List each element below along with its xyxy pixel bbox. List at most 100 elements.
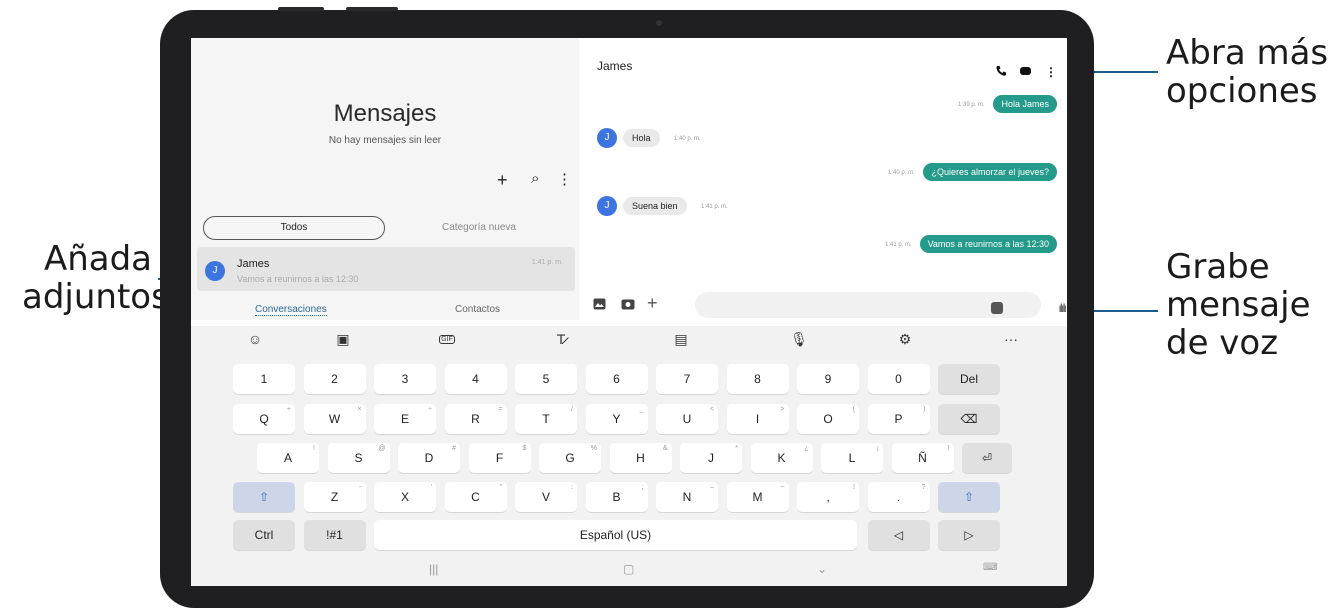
phone-icon[interactable] (995, 65, 1007, 80)
camera-icon[interactable] (621, 298, 635, 313)
gif-icon[interactable]: GIF (439, 335, 455, 344)
home-icon[interactable]: ▢ (623, 562, 634, 576)
clipboard-icon[interactable]: ▤ (669, 331, 693, 348)
add-attachment-icon[interactable]: + (647, 293, 658, 314)
key-0[interactable]: 0 (867, 364, 930, 394)
shift-key-left[interactable]: ⇧ (233, 482, 295, 512)
key-5[interactable]: 5 (515, 364, 577, 394)
more-options-icon[interactable]: ⋮ (557, 170, 572, 188)
compose-new-icon[interactable]: + (497, 170, 508, 191)
message-input[interactable]: ıIıIı (695, 292, 1067, 318)
message-bubble-outgoing[interactable]: Vamos a reunirnos a las 12:30 (919, 235, 1057, 253)
key-t[interactable]: T / (515, 404, 577, 434)
backspace-key[interactable]: ⌫ (938, 404, 1000, 434)
key-x[interactable]: X ' (374, 482, 436, 512)
key-comma[interactable]: ,! (797, 482, 859, 512)
tab-contacts[interactable]: Contactos (455, 304, 500, 315)
key-e-label: E (400, 412, 409, 426)
recent-apps-icon[interactable]: ||| (429, 562, 438, 576)
message-bubble-incoming[interactable]: Suena bien (623, 197, 687, 215)
key-i-alt: > (780, 406, 785, 413)
back-icon[interactable]: ⌄ (817, 562, 827, 576)
key-s[interactable]: S @ (327, 443, 390, 473)
tab-all[interactable]: Todos (203, 216, 385, 240)
key-h[interactable]: H & (609, 443, 672, 473)
tab-new-category[interactable]: Categoría nueva (401, 216, 557, 240)
key-d-label: D (424, 451, 434, 465)
video-icon[interactable] (1019, 65, 1032, 80)
key-i[interactable]: I > (726, 404, 789, 434)
message-bubble-incoming[interactable]: Hola (623, 129, 660, 147)
key-z-label: Z (330, 490, 339, 504)
key-o[interactable]: O( (797, 404, 859, 434)
cursor-right-key[interactable]: ▷ (938, 520, 1000, 550)
key-period[interactable]: .? (867, 482, 930, 512)
space-key[interactable]: Español (US) (374, 520, 857, 550)
key-k[interactable]: K ¿ (750, 443, 813, 473)
key-s-label: S (354, 451, 363, 465)
shift-key-right[interactable]: ⇧ (938, 482, 1000, 512)
key-u[interactable]: U < (656, 404, 718, 434)
key-9[interactable]: 9 (797, 364, 859, 394)
handwriting-icon[interactable]: T̷ (549, 331, 573, 347)
key-l[interactable]: L ¡ (821, 443, 883, 473)
key-z[interactable]: Z- (303, 482, 366, 512)
conversation-name: James (237, 258, 270, 270)
key-v[interactable]: V: (515, 482, 577, 512)
keyboard-switch-icon[interactable]: ⌨ (983, 562, 997, 573)
key-c[interactable]: C " (444, 482, 507, 512)
key-6-label: 6 (613, 372, 620, 386)
key-f[interactable]: F $ (468, 443, 531, 473)
key-j[interactable]: J * (680, 443, 742, 473)
key-p-alt: ) (923, 406, 926, 413)
key-w[interactable]: W × (303, 404, 366, 434)
key-g[interactable]: G% (539, 443, 601, 473)
key-1[interactable]: 1 (233, 364, 295, 394)
key-p-label: P (894, 412, 903, 426)
more-icon[interactable]: ··· (999, 331, 1023, 347)
key-4[interactable]: 4 (444, 364, 507, 394)
key-m[interactable]: M ~ (726, 482, 789, 512)
key-e[interactable]: E ÷ (374, 404, 436, 434)
enter-key[interactable]: ⏎ (962, 443, 1012, 473)
ctrl-key-label: Ctrl (254, 528, 274, 542)
key-ñ[interactable]: Ñ! (891, 443, 954, 473)
key-9-label: 9 (824, 372, 832, 386)
chat-pane: James ⋮ Hola James 1:39 p. m. J Hola 1:40 p.… (581, 38, 1067, 286)
key-r[interactable]: R = (444, 404, 507, 434)
key-y[interactable]: Y _ (585, 404, 648, 434)
key-n[interactable]: N – (656, 482, 718, 512)
key-a[interactable]: A! (257, 443, 319, 473)
emoji-icon[interactable]: ☺ (243, 331, 267, 347)
sticker-icon[interactable] (991, 302, 1003, 314)
tab-conversations[interactable]: Conversaciones (255, 304, 327, 316)
message-bubble-outgoing[interactable]: ¿Quieres almorzar el jueves? (923, 163, 1057, 181)
sticker-icon[interactable]: ▣ (331, 331, 355, 348)
microphone-icon[interactable]: 🎙 (787, 331, 811, 348)
search-icon[interactable]: ⌕ (531, 170, 539, 187)
gallery-icon[interactable] (593, 298, 606, 313)
key-j-label: J (708, 451, 714, 465)
key-b[interactable]: B; (585, 482, 648, 512)
more-options-icon[interactable]: ⋮ (1045, 65, 1057, 79)
key-6[interactable]: 6 (585, 364, 648, 394)
key-n-alt: – (710, 484, 714, 491)
message-bubble-outgoing[interactable]: Hola James (993, 95, 1057, 113)
key-3[interactable]: 3 (374, 364, 436, 394)
key-7[interactable]: 7 (656, 364, 718, 394)
delete-key[interactable]: Del (938, 364, 1000, 394)
avatar: J (205, 261, 225, 281)
key-p[interactable]: P) (867, 404, 930, 434)
key-8[interactable]: 8 (726, 364, 789, 394)
key-f-alt: $ (522, 445, 527, 452)
voice-record-icon[interactable]: ıIıIı (1058, 301, 1067, 315)
key-d[interactable]: D # (398, 443, 460, 473)
symbols-key[interactable]: !#1 (303, 520, 366, 550)
conversation-row[interactable]: J James Vamos a reunirnos a las 12:30 1:… (197, 247, 575, 291)
enter-key-label: ⏎ (981, 451, 993, 465)
key-q[interactable]: Q + (233, 404, 295, 434)
key-2[interactable]: 2 (303, 364, 366, 394)
ctrl-key[interactable]: Ctrl (233, 520, 295, 550)
cursor-left-key[interactable]: ◁ (867, 520, 930, 550)
settings-icon[interactable]: ⚙ (893, 331, 917, 348)
